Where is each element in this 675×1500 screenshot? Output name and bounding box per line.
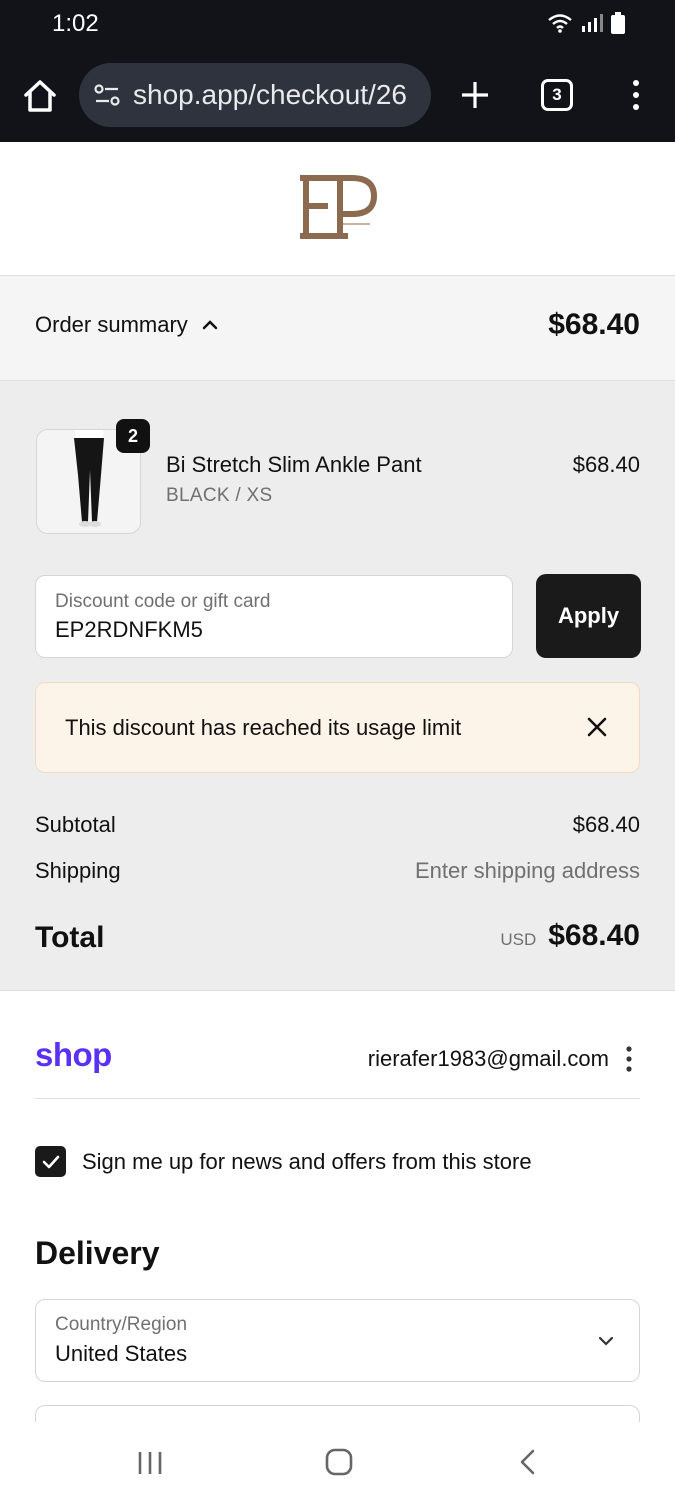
discount-error-alert: This discount has reached its usage limi… [35,682,640,773]
subtotal-label: Subtotal [35,812,116,837]
newsletter-checkbox[interactable] [35,1146,66,1177]
status-icons [547,12,625,34]
order-summary-label: Order summary [35,312,188,337]
back-icon[interactable] [517,1448,539,1476]
quantity-badge: 2 [116,419,150,453]
order-details: 2 Bi Stretch Slim Ankle Pant BLACK / XS … [0,381,675,991]
site-settings-icon[interactable] [93,81,121,109]
recent-apps-icon[interactable] [137,1450,163,1476]
shop-account-row: shop rierafer1983@gmail.com [35,1030,640,1099]
country-region-select[interactable]: Country/Region United States [35,1299,640,1382]
shop-logo: shop [35,1036,112,1073]
new-tab-icon[interactable] [458,78,492,112]
checkmark-icon [42,1155,59,1168]
account-menu-icon[interactable] [622,1045,636,1073]
order-summary-bar[interactable]: Order summary $68.40 [0,276,675,381]
account-email: rierafer1983@gmail.com [367,1046,609,1071]
discount-value: EP2RDNFKM5 [55,617,203,642]
more-options-icon[interactable] [624,78,648,112]
order-summary-total: $68.40 [548,308,640,341]
total-label: Total [35,921,105,954]
country-value: United States [55,1341,188,1366]
product-name: Bi Stretch Slim Ankle Pant [166,452,422,477]
tab-switcher-button[interactable]: 3 [541,79,573,111]
alert-message: This discount has reached its usage limi… [65,715,462,740]
signal-icon [582,14,603,32]
status-time: 1:02 [52,10,99,37]
shipping-value: Enter shipping address [414,858,640,883]
order-summary-toggle[interactable]: Order summary [35,312,218,338]
browser-toolbar: shop.app/checkout/26 3 [0,48,675,142]
store-logo[interactable] [296,172,380,242]
store-header [0,142,675,276]
battery-icon [611,12,625,34]
country-label: Country/Region [55,1314,188,1335]
home-icon[interactable] [20,76,60,116]
product-price: $68.40 [572,452,640,477]
newsletter-label: Sign me up for news and offers from this… [82,1148,532,1174]
subtotal-value: $68.40 [572,812,640,837]
discount-label: Discount code or gift card [55,591,271,612]
newsletter-option[interactable]: Sign me up for news and offers from this… [35,1146,532,1177]
apply-discount-button[interactable]: Apply [536,574,641,658]
total-currency: USD [500,930,537,949]
total-value: USD $68.40 [500,919,640,953]
wifi-icon [548,14,572,33]
chevron-up-icon [202,320,217,330]
address-bar[interactable]: shop.app/checkout/26 [79,63,431,127]
total-amount: $68.40 [548,919,640,952]
url-text: shop.app/checkout/26 [133,79,407,110]
chevron-down-icon [598,1336,614,1346]
discount-code-input[interactable]: Discount code or gift card EP2RDNFKM5 [35,575,513,658]
close-icon[interactable] [583,713,611,741]
home-nav-icon[interactable] [325,1448,353,1476]
product-variant: BLACK / XS [166,485,273,506]
delivery-heading: Delivery [35,1235,160,1271]
system-nav-bar [0,1422,675,1500]
shipping-label: Shipping [35,858,121,883]
status-bar: 1:02 [0,0,675,48]
